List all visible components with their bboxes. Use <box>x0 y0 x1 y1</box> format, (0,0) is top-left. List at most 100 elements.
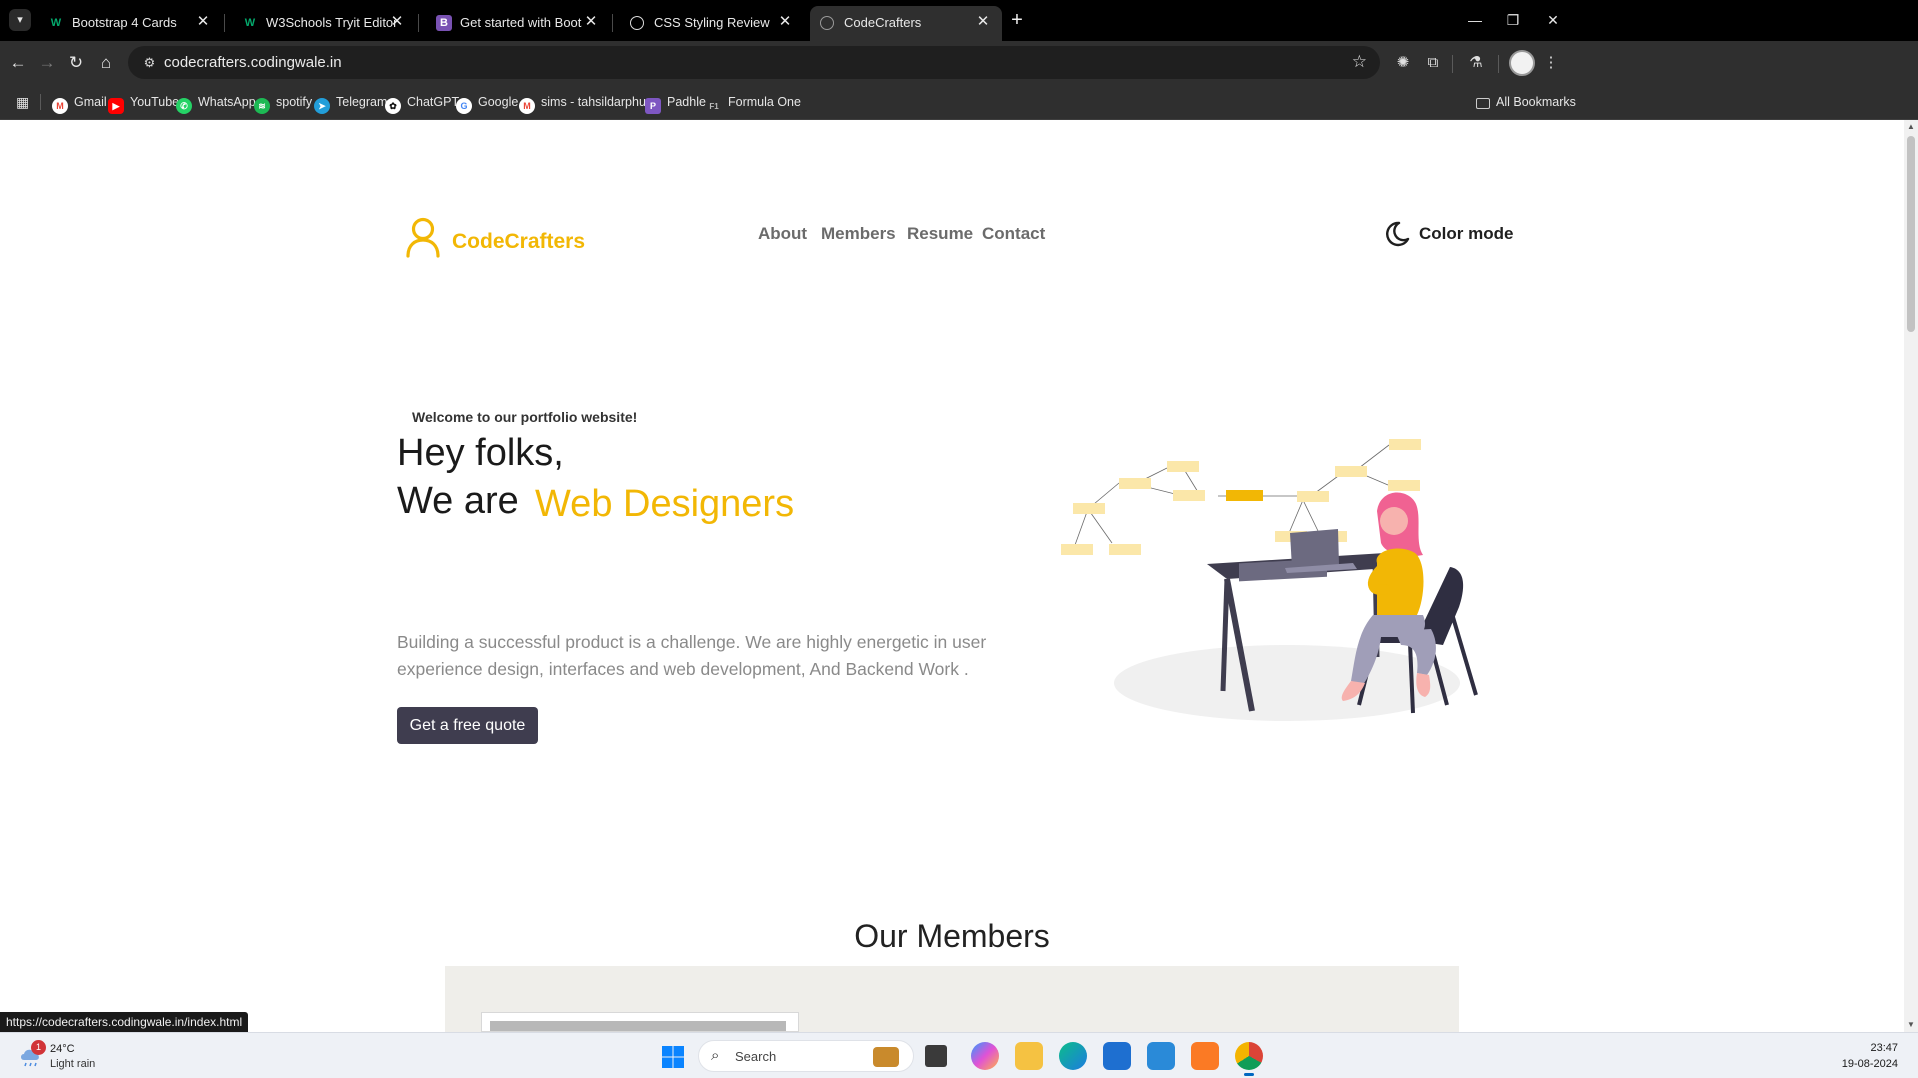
clock-date[interactable]: 19-08-2024 <box>1820 1058 1898 1070</box>
edge-icon[interactable] <box>1059 1042 1087 1070</box>
tab-separator <box>224 14 225 32</box>
xampp-icon[interactable] <box>1191 1042 1219 1070</box>
file-explorer-icon[interactable] <box>1015 1042 1043 1070</box>
folder-icon <box>1476 98 1490 109</box>
whatsapp-icon: ✆ <box>176 98 192 114</box>
tab-title: CSS Styling Review <box>654 15 770 30</box>
windows-start-icon[interactable] <box>661 1045 685 1069</box>
scroll-thumb[interactable] <box>1907 136 1915 332</box>
tab-css-styling-review[interactable]: CSS Styling Review ✕ <box>620 6 804 41</box>
bookmark-star-icon[interactable]: ☆ <box>1352 52 1367 72</box>
w3schools-icon: W <box>244 17 256 29</box>
close-icon[interactable]: ✕ <box>974 13 992 31</box>
hero-heading-line-2: We are <box>397 480 519 522</box>
menu-kebab-icon[interactable]: ⋮ <box>1539 51 1563 75</box>
web-page: CodeCrafters About Members Resume Contac… <box>0 120 1904 1032</box>
profile-avatar[interactable] <box>1509 50 1535 76</box>
nav-link-contact[interactable]: Contact <box>982 224 1045 244</box>
all-bookmarks-folder[interactable]: All Bookmarks <box>1476 92 1576 112</box>
w3schools-icon: W <box>50 17 62 29</box>
hero-heading-line-1: Hey folks, <box>397 432 564 474</box>
reload-button[interactable]: ↻ <box>63 50 89 76</box>
bookmark-label: sims - tahsildarphu... <box>541 95 657 109</box>
scroll-up-icon[interactable]: ▲ <box>1904 120 1918 134</box>
browser-tab-bar: ▾ W Bootstrap 4 Cards ✕ W W3Schools Tryi… <box>0 0 1918 41</box>
close-window-button[interactable]: ✕ <box>1530 8 1576 32</box>
forward-button[interactable]: → <box>34 50 60 76</box>
toolbar-separator <box>1452 55 1453 73</box>
address-bar[interactable]: ⚙ codecrafters.codingwale.in ☆ <box>128 46 1380 79</box>
bookmarks-separator <box>40 94 41 110</box>
hero-description: Building a successful product is a chall… <box>397 632 987 679</box>
browser-toolbar: ← → ↻ ⌂ ⚙ codecrafters.codingwale.in ☆ ✺… <box>0 41 1918 84</box>
member-card-image <box>490 1021 786 1031</box>
bookmark-formula-one[interactable]: F1 Formula One <box>706 92 801 112</box>
scroll-down-icon[interactable]: ▼ <box>1904 1018 1918 1032</box>
tab-separator <box>612 14 613 32</box>
bookmark-padhle[interactable]: P Padhle <box>645 92 706 114</box>
chatgpt-icon <box>630 16 644 30</box>
bookmark-sims[interactable]: Msims - tahsildarphu... <box>519 92 657 114</box>
tab-title: Get started with Bootstrap · Bootstrap <box>460 15 582 30</box>
weather-condition: Light rain <box>50 1058 96 1070</box>
close-icon[interactable]: ✕ <box>388 13 406 31</box>
member-card[interactable] <box>481 1012 799 1032</box>
toolbar-separator <box>1498 55 1499 73</box>
bookmark-label: All Bookmarks <box>1496 95 1576 109</box>
tab-search-button[interactable]: ▾ <box>9 9 31 31</box>
close-icon[interactable]: ✕ <box>194 13 212 31</box>
bookmark-label: Google <box>478 95 519 109</box>
bookmark-youtube[interactable]: ▶ YouTube <box>108 92 180 114</box>
new-tab-button[interactable]: + <box>1005 8 1029 32</box>
tab-separator <box>418 14 419 32</box>
nav-link-resume[interactable]: Resume <box>907 224 973 244</box>
hero-typed-accent: Web Designers <box>535 483 795 525</box>
task-view-icon[interactable] <box>925 1045 947 1067</box>
bookmark-gmail[interactable]: M Gmail <box>52 92 107 114</box>
bookmark-label: Formula One <box>728 95 801 109</box>
extensions-puzzle-icon[interactable]: ⧉ <box>1421 51 1445 75</box>
close-icon[interactable]: ✕ <box>582 13 600 31</box>
search-placeholder: Search <box>735 1049 777 1064</box>
chrome-icon[interactable] <box>1235 1042 1263 1076</box>
taskbar-search[interactable]: ⌕ Search <box>698 1040 914 1072</box>
bookmark-google[interactable]: G Google <box>456 92 519 114</box>
bookmark-spotify[interactable]: ≋ spotify <box>254 92 313 114</box>
notification-badge: 1 <box>31 1040 46 1055</box>
welcome-text: Welcome to our portfolio website! <box>412 409 638 425</box>
nav-link-members[interactable]: Members <box>821 224 896 244</box>
gmail-icon: M <box>519 98 535 114</box>
get-quote-button[interactable]: Get a free quote <box>397 707 538 744</box>
store-icon[interactable] <box>1103 1042 1131 1070</box>
bookmark-label: ChatGPT <box>407 95 460 109</box>
tab-w3schools-tryit[interactable]: W W3Schools Tryit Editor ✕ <box>232 6 416 41</box>
bookmark-telegram[interactable]: ➤ Telegram <box>314 92 387 114</box>
clock-time[interactable]: 23:47 <box>1838 1042 1898 1054</box>
bookmark-label: Padhle <box>667 95 706 109</box>
site-info-icon[interactable]: ⚙ <box>141 54 158 71</box>
person-icon <box>406 217 440 258</box>
vscode-icon[interactable] <box>1147 1042 1175 1070</box>
copilot-icon[interactable] <box>971 1042 999 1070</box>
extension-icon[interactable]: ✺ <box>1391 51 1415 75</box>
bookmark-chatgpt[interactable]: ✿ ChatGPT <box>385 92 460 114</box>
page-scrollbar[interactable]: ▲ ▼ <box>1904 120 1918 1032</box>
labs-flask-icon[interactable]: ⚗ <box>1464 51 1488 75</box>
tab-bootstrap-get-started[interactable]: B Get started with Bootstrap · Bootstrap… <box>426 6 610 41</box>
bookmark-label: YouTube <box>130 95 180 109</box>
bookmark-whatsapp[interactable]: ✆ WhatsApp <box>176 92 256 114</box>
bookmarks-bar: ▦ M Gmail ▶ YouTube ✆ WhatsApp ≋ spotify ➤ Te… <box>0 84 1918 120</box>
home-button[interactable]: ⌂ <box>93 50 119 76</box>
close-icon[interactable]: ✕ <box>776 13 794 31</box>
tab-codecrafters[interactable]: CodeCrafters ✕ <box>810 6 1002 41</box>
gmail-icon: M <box>52 98 68 114</box>
back-button[interactable]: ← <box>5 50 31 76</box>
tab-bootstrap-4-cards[interactable]: W Bootstrap 4 Cards ✕ <box>38 6 222 41</box>
nav-link-about[interactable]: About <box>758 224 807 244</box>
bookmark-label: Gmail <box>74 95 107 109</box>
bookmark-label: spotify <box>276 95 313 109</box>
search-icon: ⌕ <box>711 1047 720 1064</box>
youtube-icon: ▶ <box>108 98 124 114</box>
weather-temperature: 24°C <box>50 1043 75 1055</box>
apps-grid-icon[interactable]: ▦ <box>16 93 34 111</box>
